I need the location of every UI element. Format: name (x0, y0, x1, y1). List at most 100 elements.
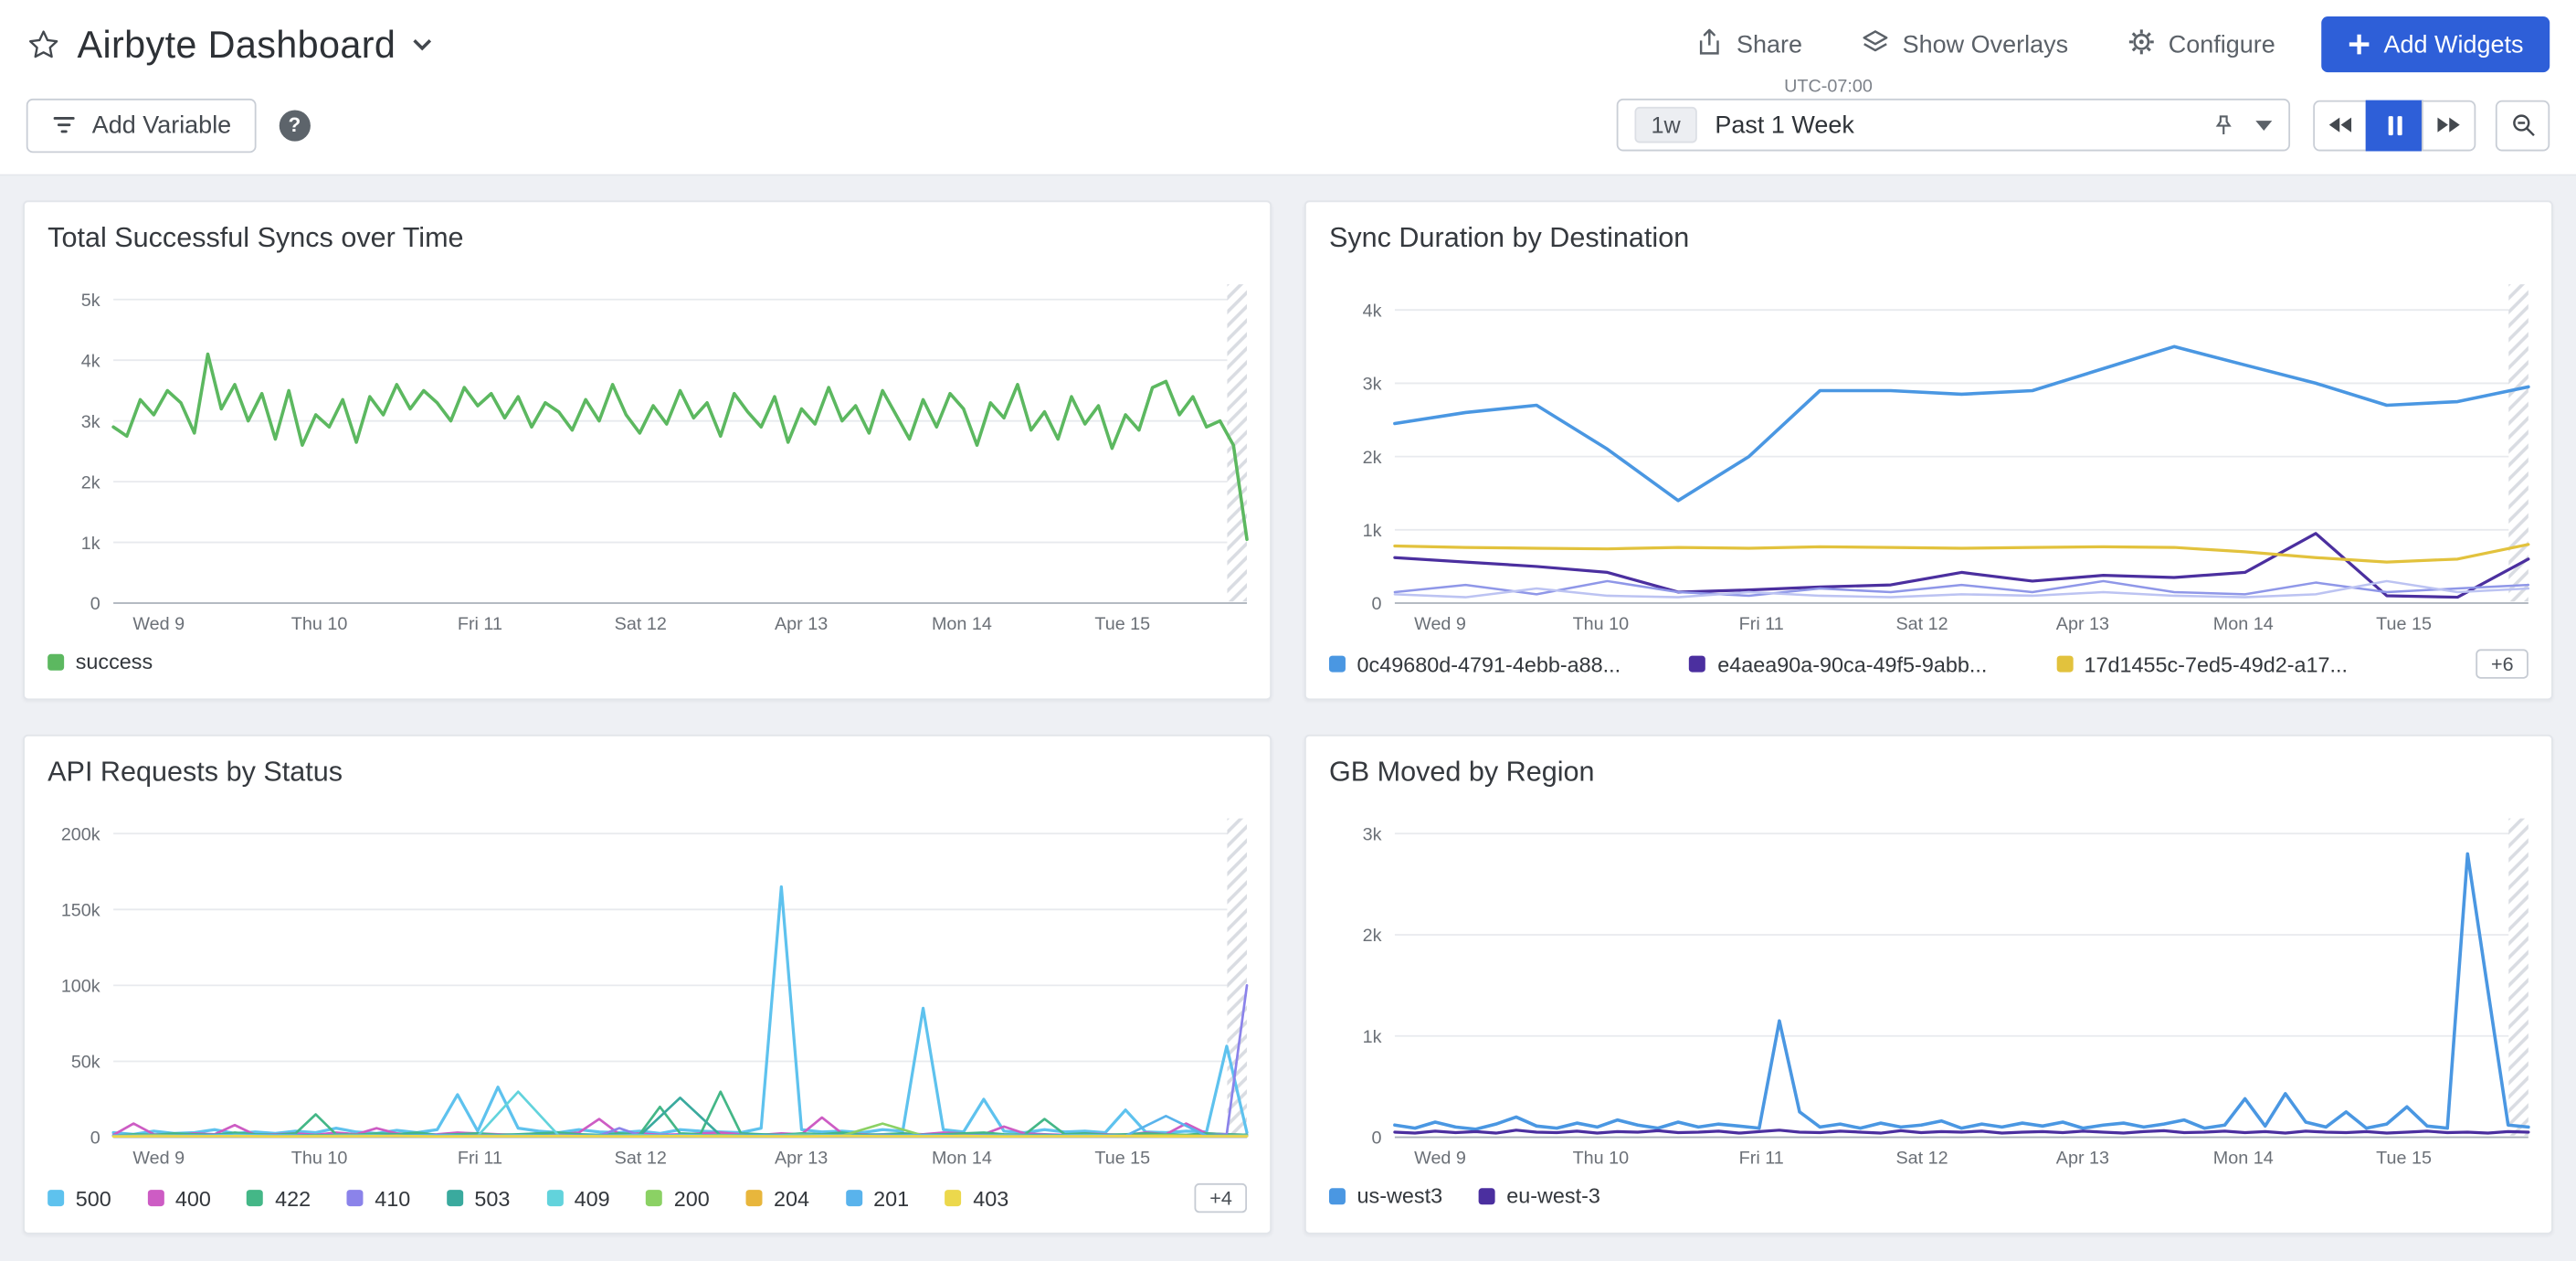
svg-text:Apr 13: Apr 13 (775, 614, 828, 634)
legend-label: 17d1455c-7ed5-49d2-a17... (2084, 652, 2348, 676)
legend-swatch (147, 1190, 164, 1206)
legend-item[interactable]: 503 (447, 1186, 511, 1211)
svg-text:150k: 150k (61, 901, 100, 921)
zoom-out-button[interactable] (2496, 100, 2550, 151)
legend-item[interactable]: 0c49680d-4791-4ebb-a88... (1329, 652, 1621, 676)
legend-swatch (1690, 656, 1706, 673)
timeseries-chart[interactable]: 050k100k150k200kWed 9Thu 10Fri 11Sat 12A… (37, 802, 1256, 1177)
legend-label: 410 (375, 1186, 410, 1211)
svg-text:2k: 2k (81, 472, 100, 493)
legend-swatch (546, 1190, 563, 1206)
svg-text:3k: 3k (81, 412, 100, 432)
legend-item[interactable]: 204 (745, 1186, 809, 1211)
configure-button[interactable]: Configure (2127, 27, 2275, 62)
svg-text:Fri 11: Fri 11 (1739, 1148, 1784, 1168)
svg-text:0: 0 (1372, 1129, 1382, 1149)
widget-grid: Total Successful Syncs over Time 0 1k 2k 3k… (0, 175, 2576, 1261)
legend-swatch (248, 1190, 264, 1206)
favorite-star-icon[interactable] (26, 27, 61, 62)
legend-swatch (646, 1190, 662, 1206)
widget-title: API Requests by Status (25, 736, 1270, 802)
legend-swatch (945, 1190, 962, 1206)
svg-text:1k: 1k (1363, 521, 1382, 541)
time-range-shortcut[interactable]: 1w (1634, 107, 1696, 143)
chevron-down-icon[interactable] (2255, 119, 2272, 131)
legend-label: 409 (575, 1186, 610, 1211)
legend-swatch (48, 653, 64, 670)
legend-label: 403 (973, 1186, 1008, 1211)
svg-text:Fri 11: Fri 11 (458, 614, 502, 634)
legend-item[interactable]: 201 (846, 1186, 910, 1211)
pin-icon[interactable] (2212, 112, 2236, 137)
svg-text:Tue 15: Tue 15 (1094, 1148, 1150, 1168)
chart-canvas: 01k2k3kWed 9Thu 10Fri 11Sat 12Apr 13Mon … (1319, 802, 2538, 1177)
legend-item[interactable]: eu-west-3 (1479, 1183, 1600, 1208)
legend-overflow-badge[interactable]: +6 (2476, 649, 2528, 678)
widget-total-successful-syncs: Total Successful Syncs over Time 01k2k3k… (23, 200, 1272, 700)
svg-text:Mon 14: Mon 14 (2213, 614, 2274, 634)
legend-swatch (48, 1190, 64, 1206)
legend-item[interactable]: 409 (546, 1186, 610, 1211)
widget-title: Total Successful Syncs over Time (25, 202, 1270, 268)
svg-text:1k: 1k (1363, 1027, 1382, 1047)
legend-item[interactable]: 400 (147, 1186, 211, 1211)
timezone-label: UTC-07:00 (1774, 78, 1882, 98)
widget-sync-duration-by-destination: Sync Duration by Destination 01k2k3k4kWe… (1304, 200, 2553, 700)
legend-swatch (846, 1190, 862, 1206)
svg-text:Mon 14: Mon 14 (932, 1148, 992, 1168)
fast-forward-button[interactable] (2422, 100, 2476, 151)
svg-text:Apr 13: Apr 13 (2056, 1148, 2109, 1168)
legend-item[interactable]: 500 (48, 1186, 111, 1211)
filter-icon (51, 111, 78, 138)
share-button[interactable]: Share (1695, 27, 1802, 62)
svg-text:Tue 15: Tue 15 (1094, 614, 1150, 634)
legend-item[interactable]: success (48, 649, 153, 673)
legend-item[interactable]: us-west3 (1329, 1183, 1442, 1208)
plus-icon (2348, 33, 2370, 56)
chart-legend: success (25, 642, 1270, 694)
timeseries-chart[interactable]: 01k2k3kWed 9Thu 10Fri 11Sat 12Apr 13Mon … (1319, 802, 2538, 1177)
gear-icon (2127, 27, 2156, 62)
svg-text:Thu 10: Thu 10 (1573, 1148, 1630, 1168)
help-icon[interactable]: ? (279, 110, 310, 141)
svg-text:0: 0 (90, 594, 100, 614)
svg-text:Apr 13: Apr 13 (775, 1148, 828, 1168)
svg-text:Apr 13: Apr 13 (2056, 614, 2109, 634)
chart-canvas: 01k2k3k4kWed 9Thu 10Fri 11Sat 12Apr 13Mo… (1319, 268, 2538, 642)
add-variable-button[interactable]: Add Variable (26, 98, 256, 152)
legend-item[interactable]: 410 (347, 1186, 411, 1211)
title-chevron-down-icon[interactable] (412, 37, 432, 50)
rewind-button[interactable] (2313, 100, 2367, 151)
pause-button[interactable] (2366, 100, 2423, 151)
svg-text:Wed 9: Wed 9 (132, 1148, 185, 1168)
chart-canvas: 01k2k3k4k5kWed 9Thu 10Fri 11Sat 12Apr 13… (37, 268, 1256, 642)
svg-text:Thu 10: Thu 10 (291, 614, 348, 634)
svg-text:2k: 2k (1363, 926, 1382, 946)
legend-item[interactable]: 17d1455c-7ed5-49d2-a17... (2056, 652, 2348, 676)
legend-label: 200 (674, 1186, 710, 1211)
dashboard-title: Airbyte Dashboard (78, 22, 396, 67)
legend-overflow-badge[interactable]: +4 (1195, 1183, 1247, 1213)
chart-legend: 0c49680d-4791-4ebb-a88... e4aea90a-90ca-4… (1306, 642, 2551, 698)
legend-item[interactable]: e4aea90a-90ca-49f5-9abb... (1690, 652, 1988, 676)
timeseries-chart[interactable]: 01k2k3k4kWed 9Thu 10Fri 11Sat 12Apr 13Mo… (1319, 268, 2538, 642)
svg-text:Fri 11: Fri 11 (458, 1148, 502, 1168)
add-widgets-label: Add Widgets (2383, 30, 2523, 58)
legend-label: 500 (76, 1186, 111, 1211)
svg-text:0: 0 (1372, 594, 1382, 614)
add-widgets-button[interactable]: Add Widgets (2321, 16, 2550, 72)
legend-item[interactable]: 200 (646, 1186, 710, 1211)
svg-text:Fri 11: Fri 11 (1739, 614, 1784, 634)
time-playback-controls (2313, 100, 2476, 151)
legend-label: 201 (873, 1186, 909, 1211)
legend-item[interactable]: 403 (945, 1186, 1009, 1211)
svg-text:3k: 3k (1363, 375, 1382, 395)
time-range-selector[interactable]: 1w Past 1 Week (1617, 99, 2290, 152)
show-overlays-button[interactable]: Show Overlays (1862, 27, 2068, 62)
timeseries-chart[interactable]: 01k2k3k4k5kWed 9Thu 10Fri 11Sat 12Apr 13… (37, 268, 1256, 642)
svg-text:Wed 9: Wed 9 (132, 614, 185, 634)
svg-text:Thu 10: Thu 10 (291, 1148, 348, 1168)
svg-text:Tue 15: Tue 15 (2376, 1148, 2432, 1168)
legend-item[interactable]: 422 (248, 1186, 311, 1211)
svg-text:5k: 5k (81, 291, 100, 311)
